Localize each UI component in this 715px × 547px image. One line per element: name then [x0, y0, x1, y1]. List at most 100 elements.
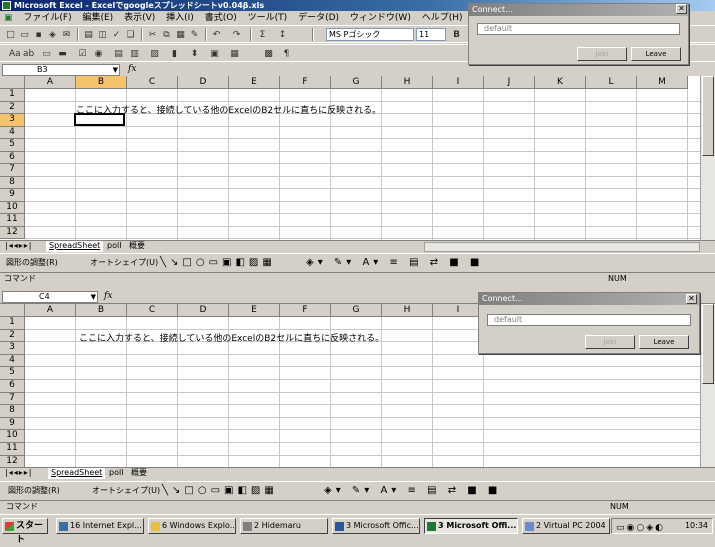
- column-header[interactable]: H: [382, 304, 433, 317]
- close-icon[interactable]: ✕: [676, 4, 687, 14]
- row-header[interactable]: 4: [0, 354, 25, 368]
- column-header[interactable]: H: [382, 76, 433, 89]
- close-icon[interactable]: ✕: [686, 294, 697, 304]
- row-header[interactable]: 7: [0, 392, 25, 406]
- run-dialog-icon[interactable]: ¶: [280, 48, 293, 60]
- draw-color-icons[interactable]: ◈▾ ✎▾ A▾ ≡ ▤ ⇄ ■ ■: [324, 482, 501, 499]
- option-icon[interactable]: ◉: [92, 48, 105, 60]
- taskbar-item[interactable]: 3 Microsoft Offic...: [332, 518, 420, 534]
- column-header[interactable]: D: [178, 304, 229, 317]
- groupbox-icon[interactable]: ▭: [40, 48, 53, 60]
- column-header[interactable]: F: [280, 76, 331, 89]
- mail-icon[interactable]: ✉: [60, 29, 73, 41]
- row-header[interactable]: 8: [0, 176, 25, 189]
- label-icon[interactable]: Aa: [8, 48, 21, 60]
- cut-icon[interactable]: ✂: [146, 29, 159, 41]
- row-header[interactable]: 11: [0, 443, 25, 456]
- leave-button[interactable]: Leave: [631, 47, 681, 61]
- font-size-select[interactable]: 11: [416, 28, 446, 41]
- column-header[interactable]: B: [76, 304, 127, 317]
- control-properties-icon[interactable]: ▣: [208, 48, 221, 60]
- row-header[interactable]: 8: [0, 405, 25, 418]
- column-header[interactable]: A: [25, 304, 76, 317]
- column-header[interactable]: E: [229, 76, 280, 89]
- autoshape-menu[interactable]: オートシェイプ(U): [92, 482, 160, 499]
- insert-function-icon[interactable]: fx: [128, 64, 136, 74]
- row-header[interactable]: 6: [0, 151, 25, 164]
- row-header[interactable]: 12: [0, 455, 25, 467]
- paste-icon[interactable]: ▦: [174, 29, 187, 41]
- bold-button[interactable]: B: [450, 29, 463, 41]
- column-header[interactable]: B: [76, 76, 127, 89]
- menu-edit[interactable]: 編集(E): [78, 11, 117, 25]
- menu-format[interactable]: 書式(O): [201, 11, 241, 25]
- menu-insert[interactable]: 挿入(I): [162, 11, 198, 25]
- start-button[interactable]: スタート: [2, 518, 48, 545]
- excel-doc-icon[interactable]: ▣: [0, 11, 17, 25]
- taskbar-item[interactable]: 6 Windows Explo...: [148, 518, 236, 534]
- taskbar-item-active[interactable]: 3 Microsoft Offi...: [424, 518, 518, 534]
- name-box-bottom[interactable]: C4 ▼: [2, 291, 98, 303]
- column-header[interactable]: D: [178, 76, 229, 89]
- row-header[interactable]: 2: [0, 329, 25, 343]
- horizontal-scrollbar-top[interactable]: [424, 242, 700, 252]
- redo-icon[interactable]: ↷: [230, 29, 243, 41]
- column-header[interactable]: G: [331, 304, 382, 317]
- column-header[interactable]: C: [127, 76, 178, 89]
- taskbar-item[interactable]: 2 Hidemaru: [240, 518, 328, 534]
- leave-button[interactable]: Leave: [639, 335, 689, 349]
- worksheet-grid-top[interactable]: A B C D E F G H I J K L M 1 2 3 4 5 6 7 8 9 10 11 12 ここに入力すると、接続し…: [0, 76, 700, 240]
- new-icon[interactable]: □: [4, 29, 17, 41]
- row-header[interactable]: 9: [0, 189, 25, 202]
- tab-overview[interactable]: 概要: [126, 241, 148, 252]
- insert-function-icon[interactable]: fx: [104, 291, 112, 301]
- row-header[interactable]: 7: [0, 164, 25, 177]
- preview-icon[interactable]: ◫: [96, 29, 109, 41]
- combo-list-icon[interactable]: ▧: [148, 48, 161, 60]
- name-box-top[interactable]: B3 ▼: [2, 64, 120, 76]
- button-icon[interactable]: ▬: [56, 48, 69, 60]
- menu-window[interactable]: ウィンドウ(W): [346, 11, 415, 25]
- join-button[interactable]: Join: [585, 335, 635, 349]
- taskbar-item[interactable]: 2 Virtual PC 2004: [522, 518, 610, 534]
- tab-poll[interactable]: poll: [104, 241, 124, 252]
- menu-view[interactable]: 表示(V): [120, 11, 159, 25]
- select-all-corner[interactable]: [0, 76, 25, 89]
- autoshape-menu[interactable]: オートシェイプ(U): [90, 254, 158, 271]
- draw-color-icons[interactable]: ◈▾ ✎▾ A▾ ≡ ▤ ⇄ ■ ■: [306, 254, 483, 271]
- edit-code-icon[interactable]: ▦: [228, 48, 241, 60]
- row-header[interactable]: 3: [0, 114, 25, 127]
- spelling-icon[interactable]: ✓: [110, 29, 123, 41]
- tab-poll[interactable]: poll: [106, 468, 126, 479]
- row-header[interactable]: 4: [0, 126, 25, 139]
- row-header[interactable]: 9: [0, 417, 25, 431]
- scrollbar-icon[interactable]: ▮: [168, 48, 181, 60]
- row-header[interactable]: 5: [0, 367, 25, 380]
- column-header[interactable]: L: [586, 76, 637, 89]
- menu-help[interactable]: ヘルプ(H): [418, 11, 467, 25]
- column-header[interactable]: A: [25, 76, 76, 89]
- row-header[interactable]: 5: [0, 139, 25, 152]
- select-all-corner[interactable]: [0, 304, 25, 317]
- save-icon[interactable]: ▪: [32, 29, 45, 41]
- undo-icon[interactable]: ↶: [210, 29, 223, 41]
- tab-nav-icon[interactable]: |◂◂▸▸|: [2, 468, 35, 479]
- tab-nav-icon[interactable]: |◂◂▸▸|: [2, 241, 35, 252]
- permission-icon[interactable]: ◈: [46, 29, 59, 41]
- draw-menu[interactable]: 図形の調整(R): [8, 482, 60, 499]
- column-header[interactable]: K: [535, 76, 586, 89]
- editbox-icon[interactable]: ab: [22, 48, 35, 60]
- session-input[interactable]: default: [477, 23, 680, 35]
- open-icon[interactable]: ▭: [18, 29, 31, 41]
- format-painter-icon[interactable]: ✎: [188, 29, 201, 41]
- column-header[interactable]: I: [433, 76, 484, 89]
- row-header[interactable]: 2: [0, 101, 25, 114]
- research-icon[interactable]: ❏: [124, 29, 137, 41]
- listbox-icon[interactable]: ▤: [112, 48, 125, 60]
- session-input[interactable]: default: [487, 314, 691, 326]
- row-header[interactable]: 1: [0, 317, 25, 330]
- checkbox-icon[interactable]: ☑: [76, 48, 89, 60]
- tab-spreadsheet[interactable]: SpreadSheet: [46, 241, 104, 252]
- tab-overview[interactable]: 概要: [128, 468, 150, 479]
- row-header[interactable]: 3: [0, 342, 25, 355]
